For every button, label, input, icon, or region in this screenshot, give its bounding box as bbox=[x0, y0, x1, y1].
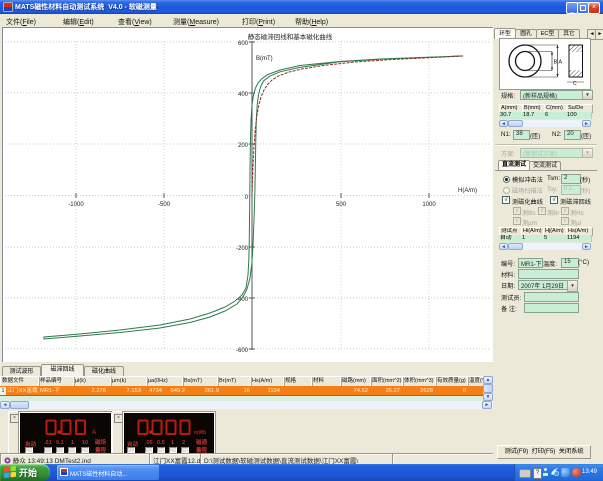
svg-text:200: 200 bbox=[238, 143, 249, 149]
svg-text:400: 400 bbox=[238, 92, 249, 98]
svg-text:-1000: -1000 bbox=[68, 202, 84, 208]
svg-text:-500: -500 bbox=[158, 202, 171, 208]
svg-text:A: A bbox=[559, 60, 563, 66]
svg-text:H(A/m): H(A/m) bbox=[458, 188, 477, 194]
svg-text:600: 600 bbox=[238, 41, 249, 47]
svg-text:B(mT): B(mT) bbox=[256, 56, 273, 62]
svg-text:0: 0 bbox=[245, 195, 249, 201]
svg-text:C: C bbox=[573, 81, 577, 87]
svg-text:1000: 1000 bbox=[422, 202, 436, 208]
svg-text:静态磁滞回线和基本磁化曲线: 静态磁滞回线和基本磁化曲线 bbox=[248, 32, 333, 41]
svg-text:A: A bbox=[92, 430, 97, 436]
svg-text:-600: -600 bbox=[236, 348, 249, 354]
svg-text:mWb: mWb bbox=[194, 430, 206, 436]
svg-text:-200: -200 bbox=[236, 246, 249, 252]
svg-text:500: 500 bbox=[336, 202, 347, 208]
svg-text:B: B bbox=[554, 60, 558, 66]
